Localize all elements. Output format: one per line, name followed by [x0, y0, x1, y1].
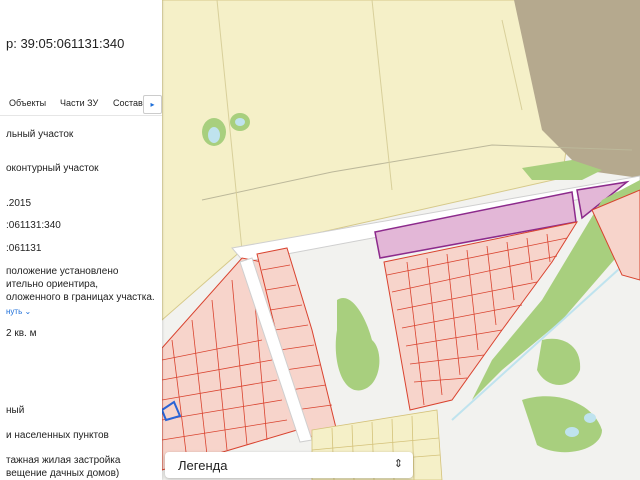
- legend-label: Легенда: [178, 458, 228, 473]
- info-line: :061131:340: [6, 220, 61, 231]
- info-line: оложенного в границах участка.: [6, 292, 155, 303]
- map-canvas[interactable]: [162, 0, 640, 480]
- info-line: ный: [6, 405, 25, 416]
- info-line: .2015: [6, 198, 32, 209]
- tab-bar: Объекты Части ЗУ Состав: [0, 92, 162, 114]
- info-line: вещение дачных домов): [6, 468, 120, 479]
- info-line: 2 кв. м: [6, 328, 37, 339]
- info-panel: р: 39:05:061131:340 Объекты Части ЗУ Сос…: [0, 0, 162, 480]
- caret-right-icon[interactable]: ▸: [143, 95, 162, 114]
- info-line: и населенных пунктов: [6, 430, 109, 441]
- app: р: 39:05:061131:340 Объекты Части ЗУ Сос…: [0, 0, 640, 480]
- tab-parts[interactable]: Части ЗУ: [60, 98, 98, 108]
- up-down-chevron-icon: ⇕: [393, 458, 403, 470]
- info-line: тажная жилая застройка: [6, 455, 121, 466]
- pond: [565, 427, 579, 437]
- legend-dropdown[interactable]: Легенда ⇕: [165, 452, 413, 478]
- info-line: оконтурный участок: [6, 163, 99, 174]
- pond: [208, 127, 220, 143]
- cadastral-map[interactable]: [162, 0, 640, 480]
- tab-composition[interactable]: Состав: [113, 98, 143, 108]
- info-line: положение установлено: [6, 266, 119, 277]
- pond: [584, 413, 596, 423]
- pond: [235, 118, 245, 126]
- expand-link[interactable]: нуть ⌄: [6, 307, 31, 316]
- cadastral-number-title: р: 39:05:061131:340: [6, 36, 125, 51]
- divider: [0, 115, 162, 116]
- info-line: :061131: [6, 243, 42, 254]
- tab-objects[interactable]: Объекты: [9, 98, 46, 108]
- info-line: ительно ориентира,: [6, 279, 99, 290]
- expand-link-label: нуть: [6, 307, 23, 316]
- chevron-down-icon: ⌄: [24, 307, 32, 316]
- info-line: льный участок: [6, 129, 74, 140]
